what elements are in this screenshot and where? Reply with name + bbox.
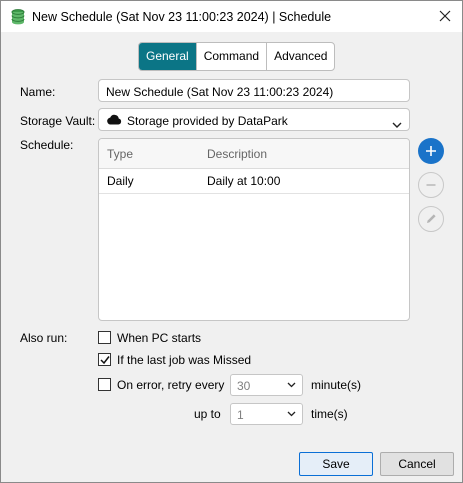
pencil-icon xyxy=(427,214,436,223)
column-header-type: Type xyxy=(107,147,134,161)
table-header: Type Description xyxy=(99,139,409,169)
cloud-icon xyxy=(106,114,122,128)
tab-general[interactable]: General xyxy=(139,43,197,70)
last-job-missed-checkbox[interactable] xyxy=(98,353,111,366)
tab-command[interactable]: Command xyxy=(197,43,268,70)
close-button[interactable] xyxy=(433,5,457,27)
name-label: Name: xyxy=(20,85,56,99)
up-to-label: up to xyxy=(194,407,221,421)
retry-times-select[interactable]: 1 xyxy=(230,403,303,425)
schedule-dialog: New Schedule (Sat Nov 23 11:00:23 2024) … xyxy=(0,0,463,483)
also-run-label: Also run: xyxy=(20,331,68,345)
window-title: New Schedule (Sat Nov 23 11:00:23 2024) … xyxy=(32,10,332,24)
minus-icon xyxy=(426,184,436,186)
when-pc-starts-checkbox[interactable] xyxy=(98,331,111,344)
storage-vault-label: Storage Vault: xyxy=(20,114,96,128)
app-icon xyxy=(11,9,25,25)
when-pc-starts-label: When PC starts xyxy=(117,331,202,345)
tab-bar: General Command Advanced xyxy=(138,42,336,71)
last-job-missed-label: If the last job was Missed xyxy=(117,353,252,367)
cell-type: Daily xyxy=(107,174,134,188)
schedule-label: Schedule: xyxy=(20,138,74,152)
checkmark-icon xyxy=(100,356,110,365)
name-field[interactable]: New Schedule (Sat Nov 23 11:00:23 2024) xyxy=(98,79,410,102)
chevron-down-icon xyxy=(287,411,296,417)
retry-times-value: 1 xyxy=(237,408,244,422)
retry-interval-unit: minute(s) xyxy=(311,378,362,392)
save-button[interactable]: Save xyxy=(299,452,373,476)
storage-vault-value: Storage provided by DataPark xyxy=(127,114,288,128)
chevron-down-icon xyxy=(392,117,402,131)
retry-on-error-label: On error, retry every xyxy=(117,378,225,392)
chevron-down-icon xyxy=(287,382,296,388)
table-row[interactable]: Daily Daily at 10:00 xyxy=(99,168,409,194)
retry-times-unit: time(s) xyxy=(311,407,348,421)
storage-vault-select[interactable]: Storage provided by DataPark xyxy=(98,108,410,131)
retry-interval-value: 30 xyxy=(237,379,251,393)
cancel-button[interactable]: Cancel xyxy=(380,452,454,476)
tab-advanced[interactable]: Advanced xyxy=(267,43,334,70)
cell-description: Daily at 10:00 xyxy=(207,174,281,188)
column-header-description: Description xyxy=(207,147,268,161)
name-value: New Schedule (Sat Nov 23 11:00:23 2024) xyxy=(106,85,334,99)
add-schedule-button[interactable] xyxy=(418,138,444,164)
plus-icon xyxy=(426,146,436,156)
edit-schedule-button[interactable] xyxy=(418,206,444,232)
remove-schedule-button[interactable] xyxy=(418,172,444,198)
schedule-table: Type Description Daily Daily at 10:00 xyxy=(98,138,410,321)
retry-on-error-checkbox[interactable] xyxy=(98,378,111,391)
title-bar: New Schedule (Sat Nov 23 11:00:23 2024) … xyxy=(1,1,462,32)
retry-interval-select[interactable]: 30 xyxy=(230,374,303,396)
close-icon xyxy=(439,10,451,22)
